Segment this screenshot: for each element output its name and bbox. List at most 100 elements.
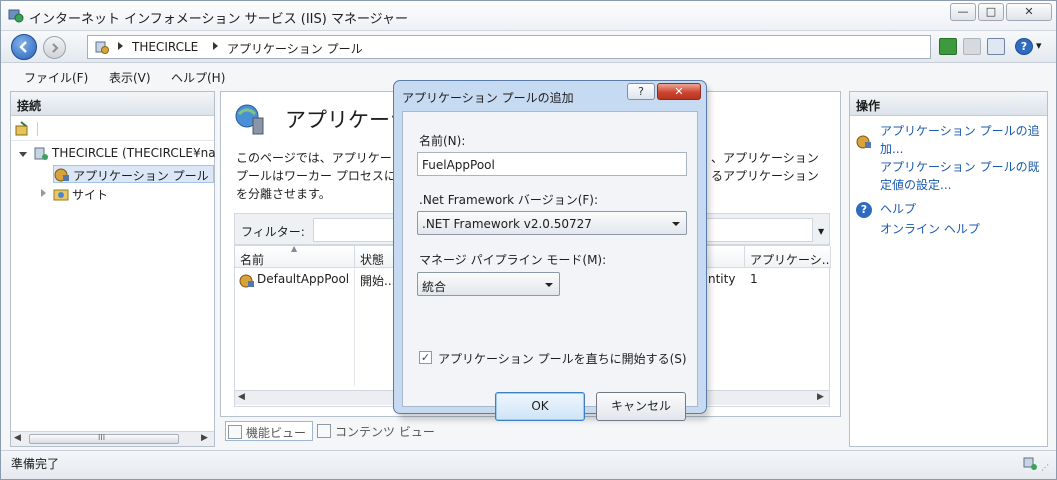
tree-node-app-pools[interactable]: アプリケーション プール (53, 165, 214, 183)
features-view-label: 機能ビュー (246, 426, 307, 440)
help-dropdown-icon[interactable]: ▾ (1036, 39, 1042, 52)
description-line-1: このページでは、アプリケー (236, 151, 392, 165)
app-pools-node-label: アプリケーション プール (73, 169, 209, 183)
description-line-3: を分離させます。 (236, 187, 331, 201)
description-line-2: プールはワーカー プロセスに (236, 169, 396, 183)
name-label: 名前(N): (419, 134, 466, 148)
framework-select[interactable]: .NET Framework v2.0.50727 (417, 211, 687, 235)
dialog-help-button[interactable]: ? (627, 83, 655, 100)
expand-sites-icon[interactable] (41, 189, 46, 197)
collapse-server-icon[interactable] (19, 152, 27, 157)
maximize-button[interactable]: □ (978, 3, 1004, 21)
online-help-link[interactable]: オンライン ヘルプ (880, 220, 980, 238)
dialog-title: アプリケーション プールの追加 (402, 91, 574, 105)
help-icon-circle: ? (856, 202, 872, 218)
title-bar: インターネット インフォメーション サービス (IIS) マネージャー — □ … (1, 1, 1056, 31)
framework-label: .Net Framework バージョン(F): (419, 193, 599, 207)
filter-dropdown-icon[interactable]: ▼ (818, 227, 824, 236)
actions-pane: 操作 アプリケーション プールの追 加... アプリケーション プールの既 定値… (849, 91, 1048, 447)
add-app-pool-icon (856, 135, 871, 149)
name-field[interactable]: FuelAppPool (417, 152, 687, 176)
server-node-icon (34, 147, 48, 160)
toolbar-divider (37, 122, 38, 136)
ok-button[interactable]: OK (495, 392, 585, 421)
features-view-icon (228, 425, 242, 439)
status-text: 準備完了 (11, 457, 60, 471)
stop-icon[interactable] (963, 38, 981, 55)
scroll-right-icon[interactable]: ▶ (201, 433, 208, 443)
connect-icon[interactable] (15, 121, 31, 137)
forward-button[interactable] (43, 36, 66, 59)
home-icon[interactable] (987, 38, 1005, 55)
window-title: インターネット インフォメーション サービス (IIS) マネージャー (29, 12, 409, 27)
grid-scroll-right-icon[interactable]: ▶ (817, 392, 824, 402)
description-line-2-end: るアプリケーション (711, 169, 819, 183)
row-applications: 1 (750, 272, 758, 286)
dialog-body: 名前(N): FuelAppPool .Net Framework バージョン(… (402, 111, 698, 421)
sites-node-label: サイト (72, 188, 109, 202)
description-line-1-end: 、アプリケーション (711, 151, 819, 165)
breadcrumb-server[interactable]: THECIRCLE (132, 40, 198, 54)
connections-header: 接続 (11, 92, 214, 116)
connections-hscrollbar[interactable]: ◀ III ▶ (11, 431, 214, 446)
framework-selected-value: .NET Framework v2.0.50727 (422, 217, 592, 231)
actions-header: 操作 (850, 92, 1047, 116)
connections-toolbar (11, 117, 214, 141)
set-defaults-line-2: 定値の設定... (880, 178, 952, 192)
address-bar[interactable]: THECIRCLE アプリケーション プール (87, 35, 931, 59)
pipeline-select[interactable]: 統合 (417, 272, 560, 296)
pipeline-selected-value: 統合 (422, 280, 447, 294)
breadcrumb-separator-icon (213, 42, 218, 50)
back-button[interactable] (11, 34, 37, 60)
start-immediately-checkbox[interactable]: ✓ (419, 351, 432, 364)
column-name-label: 名前 (240, 253, 265, 267)
view-switcher: 機能ビュー コンテンツ ビュー (220, 419, 841, 445)
help-link[interactable]: ヘルプ (880, 200, 916, 218)
pipeline-label: マネージ パイプライン モード(M): (419, 253, 607, 267)
connections-scroll-thumb[interactable]: III (29, 433, 179, 444)
menu-help[interactable]: ヘルプ(H) (171, 69, 225, 86)
row-identity: ntity (708, 272, 736, 286)
back-arrow-icon (19, 41, 27, 53)
row-name[interactable]: DefaultAppPool (257, 272, 349, 286)
status-network-icon (1023, 457, 1037, 470)
add-app-pool-line-1: アプリケーション プールの追 (880, 124, 1040, 138)
content-view-button[interactable]: コンテンツ ビュー (315, 421, 435, 441)
filter-label: フィルター: (241, 225, 305, 239)
scroll-left-icon[interactable]: ◀ (14, 433, 21, 443)
server-node-label: THECIRCLE (THECIRCLE¥na (52, 146, 216, 160)
close-window-button[interactable]: ✕ (1006, 3, 1052, 21)
set-defaults-line-1: アプリケーション プールの既 (880, 160, 1040, 174)
features-view-button[interactable]: 機能ビュー (225, 421, 313, 441)
app-pool-row-icon (239, 274, 254, 288)
content-view-icon (317, 424, 331, 438)
resize-grip-icon[interactable]: ⋰ (1041, 463, 1049, 472)
refresh-icon[interactable] (939, 38, 957, 55)
start-immediately-label[interactable]: アプリケーション プールを直ちに開始する(S) (438, 350, 687, 367)
server-icon (95, 41, 109, 54)
content-view-label: コンテンツ ビュー (335, 425, 435, 439)
menu-file[interactable]: ファイル(F) (24, 69, 88, 86)
add-app-pool-link[interactable]: アプリケーション プールの追 加... (880, 122, 1040, 158)
forward-arrow-icon (51, 43, 58, 53)
navigation-bar: THECIRCLE アプリケーション プール ? ▾ (1, 31, 1056, 63)
breadcrumb-separator-icon (118, 42, 123, 50)
sites-folder-icon (53, 189, 69, 201)
column-apps-label: アプリケーシ... (750, 253, 831, 267)
add-app-pool-dialog: アプリケーション プールの追加 ? ✕ 名前(N): FuelAppPool .… (393, 80, 707, 421)
column-status-label: 状態 (360, 253, 385, 267)
app-pools-page-icon (235, 104, 264, 135)
cancel-button[interactable]: キャンセル (596, 392, 686, 421)
column-header-applications[interactable]: アプリケーシ... (745, 246, 831, 268)
row-status: 開始... (360, 274, 396, 288)
set-defaults-link[interactable]: アプリケーション プールの既 定値の設定... (880, 158, 1040, 194)
column-header-name[interactable]: 名前 ▲ (235, 246, 355, 268)
app-pool-node-icon (54, 168, 69, 182)
breadcrumb-app-pools[interactable]: アプリケーション プール (227, 40, 363, 57)
menu-view[interactable]: 表示(V) (109, 69, 151, 86)
help-icon[interactable]: ? (1015, 38, 1033, 55)
framework-dropdown-icon (672, 222, 680, 226)
minimize-button[interactable]: — (950, 3, 976, 21)
grid-scroll-left-icon[interactable]: ◀ (238, 392, 245, 402)
dialog-close-button[interactable]: ✕ (657, 83, 701, 100)
